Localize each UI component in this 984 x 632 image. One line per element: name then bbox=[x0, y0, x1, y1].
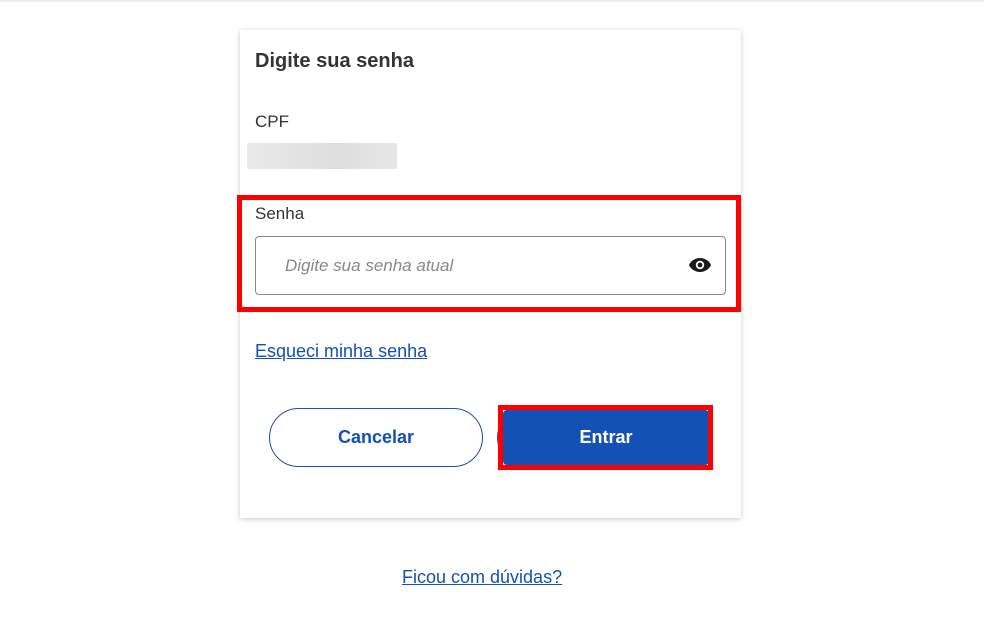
forgot-password-link[interactable]: Esqueci minha senha bbox=[255, 341, 427, 362]
cpf-label: CPF bbox=[255, 112, 289, 131]
login-card: Digite sua senha CPF Senha Esqueci minha… bbox=[237, 30, 741, 518]
enter-button[interactable]: Entrar bbox=[503, 410, 709, 465]
top-divider bbox=[0, 0, 984, 2]
password-label: Senha bbox=[255, 204, 305, 223]
cpf-value-redacted bbox=[247, 143, 397, 169]
page-title: Digite sua senha bbox=[255, 50, 414, 72]
eye-icon[interactable] bbox=[687, 254, 713, 276]
cancel-button[interactable]: Cancelar bbox=[269, 408, 483, 467]
help-link[interactable]: Ficou com dúvidas? bbox=[402, 567, 562, 588]
password-input[interactable] bbox=[268, 247, 668, 285]
password-field-container bbox=[255, 236, 726, 295]
